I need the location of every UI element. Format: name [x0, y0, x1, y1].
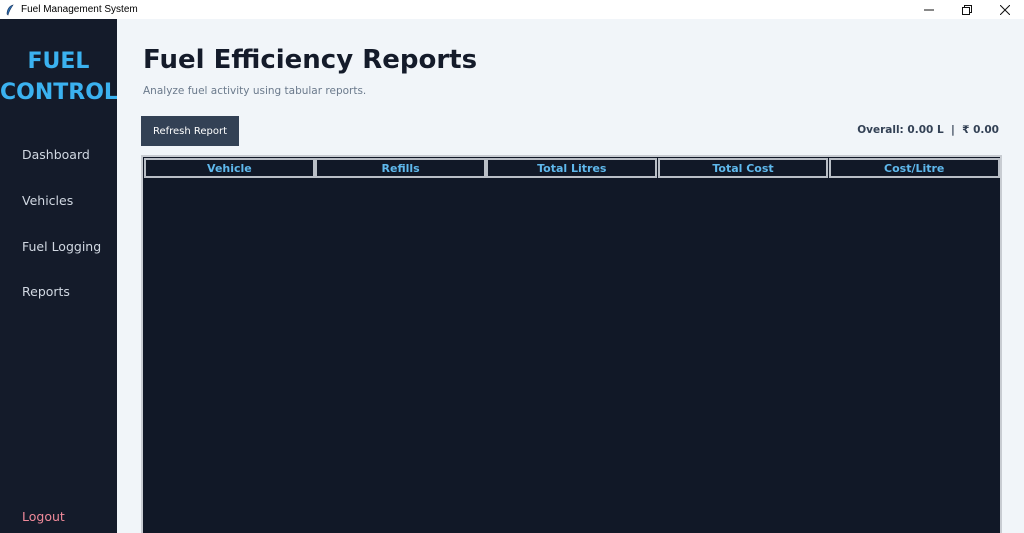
logout-button[interactable]: Logout	[22, 509, 65, 524]
table-body	[143, 179, 1000, 533]
sidebar-item-vehicles[interactable]: Vehicles	[22, 193, 73, 208]
minimize-icon[interactable]	[910, 0, 948, 19]
brand-logo: FUEL CONTROL	[0, 46, 118, 108]
main-content: Fuel Efficiency Reports Analyze fuel act…	[117, 19, 1024, 533]
sidebar-item-reports[interactable]: Reports	[22, 284, 70, 299]
page-subtitle: Analyze fuel activity using tabular repo…	[143, 85, 367, 97]
sidebar-item-fuel-logging[interactable]: Fuel Logging	[22, 239, 101, 254]
column-header-total-litres[interactable]: Total Litres	[486, 158, 658, 178]
column-header-refills[interactable]: Refills	[315, 158, 487, 178]
sidebar: FUEL CONTROL Dashboard Vehicles Fuel Log…	[0, 19, 118, 533]
column-header-cost-per-litre[interactable]: Cost/Litre	[828, 158, 1000, 178]
brand-line-2: CONTROL	[0, 80, 118, 105]
column-header-total-cost[interactable]: Total Cost	[657, 158, 829, 178]
report-table[interactable]: Vehicle Refills Total Litres Total Cost …	[141, 155, 1002, 533]
title-bar: Fuel Management System	[0, 0, 1024, 19]
overall-summary: Overall: 0.00 L | ₹ 0.00	[857, 124, 999, 136]
page-title: Fuel Efficiency Reports	[143, 45, 478, 75]
window-title: Fuel Management System	[21, 4, 138, 15]
column-header-vehicle[interactable]: Vehicle	[144, 158, 315, 178]
table-header: Vehicle Refills Total Litres Total Cost …	[143, 157, 1000, 179]
close-icon[interactable]	[986, 0, 1024, 19]
restore-icon[interactable]	[948, 0, 986, 19]
refresh-report-button[interactable]: Refresh Report	[141, 116, 239, 146]
feather-icon	[3, 3, 17, 17]
sidebar-item-dashboard[interactable]: Dashboard	[22, 147, 90, 162]
brand-line-1: FUEL	[27, 49, 90, 74]
